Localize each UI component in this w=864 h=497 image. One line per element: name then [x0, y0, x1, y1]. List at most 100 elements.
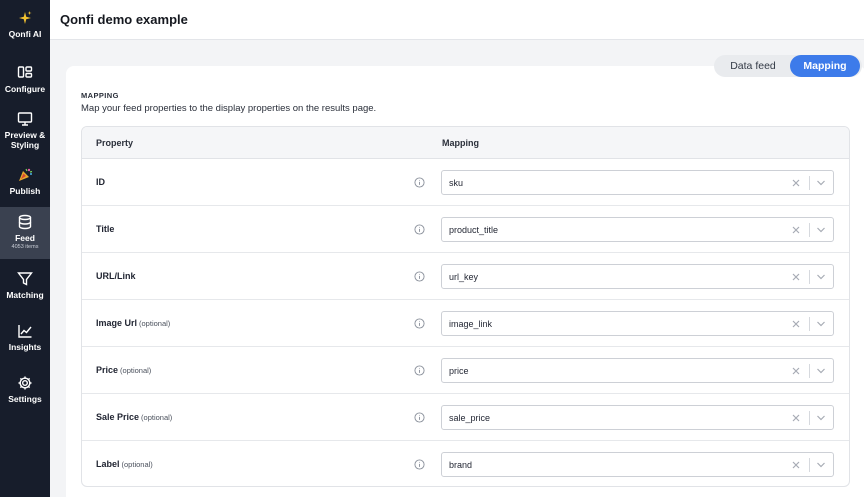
sidebar-item-label: Configure: [4, 84, 46, 94]
optional-tag: (optional): [120, 366, 152, 375]
filter-icon: [17, 272, 33, 286]
sidebar-item-settings[interactable]: Settings: [0, 367, 50, 413]
mapping-select[interactable]: price: [441, 358, 834, 383]
select-divider: [809, 411, 810, 425]
view-toggle: Data feed Mapping: [714, 55, 862, 77]
close-icon[interactable]: [791, 319, 801, 329]
column-header-property: Property: [96, 138, 134, 148]
mapping-table: Property Mapping ID sku Title product_ti…: [81, 126, 850, 487]
close-icon[interactable]: [791, 460, 801, 470]
sidebar-item-qonfi-ai[interactable]: Qonfi AI: [0, 0, 50, 48]
table-header: Property Mapping: [82, 127, 849, 159]
mapping-select-value: url_key: [449, 272, 479, 282]
select-divider: [809, 317, 810, 331]
chevron-down-icon[interactable]: [816, 320, 826, 328]
table-row: Title product_title: [82, 206, 849, 253]
property-name: Label (optional): [96, 459, 153, 469]
chevron-down-icon[interactable]: [816, 367, 826, 375]
mapping-select-value: image_link: [449, 319, 493, 329]
mapping-select-value: product_title: [449, 225, 499, 235]
property-name: Title: [96, 224, 116, 234]
gear-icon: [18, 376, 32, 390]
mapping-select[interactable]: product_title: [441, 217, 834, 242]
table-row: Price (optional) price: [82, 347, 849, 394]
sidebar-item-feed[interactable]: Feed 4053 items: [0, 207, 50, 259]
info-icon[interactable]: [414, 412, 425, 423]
property-name: ID: [96, 177, 107, 187]
chevron-down-icon[interactable]: [816, 226, 826, 234]
sidebar-item-configure[interactable]: Configure: [0, 56, 50, 102]
sidebar-item-insights[interactable]: Insights: [0, 315, 50, 361]
sidebar-item-label: Qonfi AI: [8, 29, 42, 39]
mapping-select[interactable]: url_key: [441, 264, 834, 289]
info-icon[interactable]: [414, 271, 425, 282]
sparkles-icon: [19, 11, 32, 24]
property-label: Image Url: [96, 318, 138, 328]
property-name: URL/Link: [96, 271, 138, 281]
optional-tag: (optional): [121, 460, 153, 469]
property-label: Sale Price: [96, 412, 140, 422]
select-divider: [809, 458, 810, 472]
sidebar-item-matching[interactable]: Matching: [0, 263, 50, 309]
sidebar-item-label: Preview &: [4, 130, 46, 140]
party-popper-icon: [19, 168, 33, 181]
monitor-icon: [17, 112, 33, 126]
property-label: Title: [96, 224, 115, 234]
column-header-mapping: Mapping: [442, 138, 479, 148]
top-header: Qonfi demo example: [50, 0, 864, 40]
mapping-select[interactable]: image_link: [441, 311, 834, 336]
sidebar-item-preview-styling[interactable]: Preview & Styling: [0, 104, 50, 154]
sidebar-item-publish[interactable]: Publish: [0, 158, 50, 204]
sidebar-item-label-line2: Styling: [10, 140, 40, 150]
tab-data-feed[interactable]: Data feed: [716, 55, 790, 77]
property-label: ID: [96, 177, 105, 187]
select-divider: [809, 270, 810, 284]
mapping-select-value: sale_price: [449, 413, 491, 423]
property-name: Image Url (optional): [96, 318, 170, 328]
sidebar-item-label: Matching: [6, 290, 44, 300]
optional-tag: (optional): [139, 319, 171, 328]
tab-mapping[interactable]: Mapping: [790, 55, 860, 77]
database-icon: [18, 214, 32, 230]
close-icon[interactable]: [791, 225, 801, 235]
property-name: Price (optional): [96, 365, 151, 375]
select-divider: [809, 223, 810, 237]
info-icon[interactable]: [414, 224, 425, 235]
chevron-down-icon[interactable]: [816, 414, 826, 422]
sidebar-item-label: Publish: [9, 186, 41, 196]
info-icon[interactable]: [414, 459, 425, 470]
layout-icon: [17, 66, 33, 78]
sidebar-item-label: Settings: [8, 394, 42, 404]
chevron-down-icon[interactable]: [816, 273, 826, 281]
info-icon[interactable]: [414, 318, 425, 329]
page-title: Qonfi demo example: [60, 12, 188, 27]
chart-line-icon: [18, 325, 32, 338]
table-row: Image Url (optional) image_link: [82, 300, 849, 347]
mapping-select[interactable]: sale_price: [441, 405, 834, 430]
mapping-select[interactable]: brand: [441, 452, 834, 477]
close-icon[interactable]: [791, 366, 801, 376]
table-row: URL/Link url_key: [82, 253, 849, 300]
select-divider: [809, 364, 810, 378]
property-label: Price: [96, 365, 119, 375]
table-row: Label (optional) brand: [82, 441, 849, 486]
section-description: Map your feed properties to the display …: [81, 103, 377, 114]
info-icon[interactable]: [414, 177, 425, 188]
mapping-select-value: sku: [449, 178, 464, 188]
info-icon[interactable]: [414, 365, 425, 376]
property-label: Label: [96, 459, 120, 469]
close-icon[interactable]: [791, 272, 801, 282]
property-label: URL/Link: [96, 271, 136, 281]
table-row: Sale Price (optional) sale_price: [82, 394, 849, 441]
property-name: Sale Price (optional): [96, 412, 172, 422]
section-title: MAPPING: [81, 91, 119, 100]
chevron-down-icon[interactable]: [816, 179, 826, 187]
close-icon[interactable]: [791, 413, 801, 423]
feed-item-count: 4053 items: [11, 244, 39, 250]
chevron-down-icon[interactable]: [816, 461, 826, 469]
mapping-select-value: brand: [449, 460, 473, 470]
mapping-select[interactable]: sku: [441, 170, 834, 195]
optional-tag: (optional): [141, 413, 173, 422]
close-icon[interactable]: [791, 178, 801, 188]
sidebar: Qonfi AI Configure Preview & Styling Pub…: [0, 0, 50, 497]
